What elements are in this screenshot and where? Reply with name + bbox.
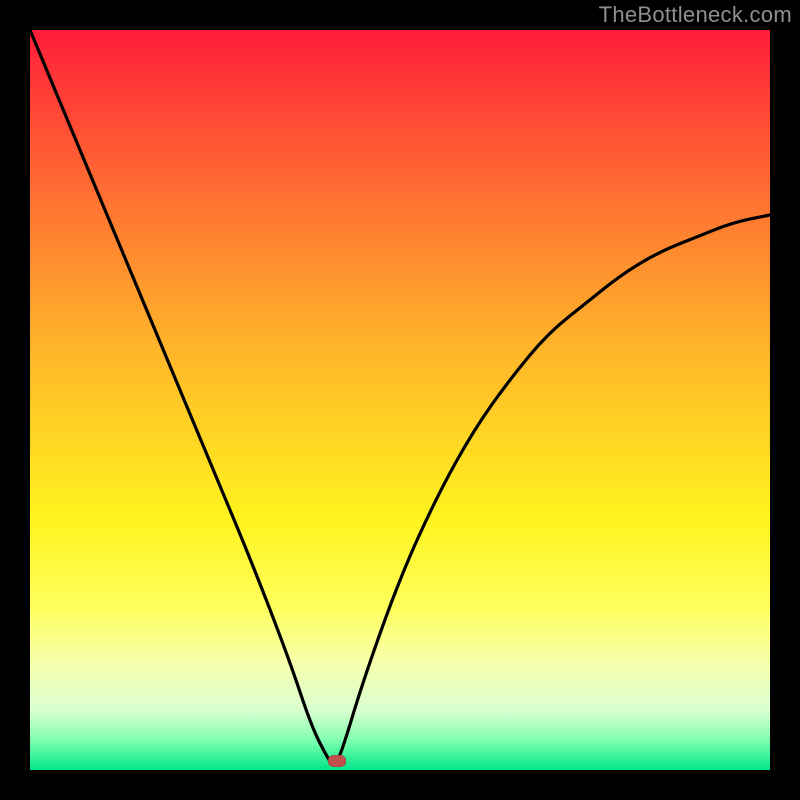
plot-area: [30, 30, 770, 770]
chart-frame: TheBottleneck.com: [0, 0, 800, 800]
optimum-marker-icon: [328, 755, 346, 767]
watermark-text: TheBottleneck.com: [599, 2, 792, 28]
gradient-background: [30, 30, 770, 770]
